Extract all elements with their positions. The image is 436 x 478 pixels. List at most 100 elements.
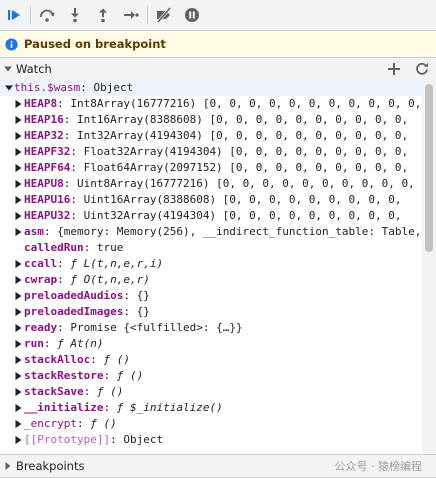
watch-property-row[interactable]: ccall: ƒ L(t,n,e,r,i) xyxy=(0,256,422,272)
function-marker: ƒ xyxy=(57,337,64,350)
collapsed-triangle-icon xyxy=(0,462,16,470)
property-value: Uint32Array(4194304) [0, 0, 0, 0, 0, 0, … xyxy=(83,209,402,222)
expand-triangle-icon[interactable] xyxy=(14,164,23,172)
watch-property-row[interactable]: [[Prototype]]: Object xyxy=(0,432,422,448)
watch-property-row[interactable]: HEAPF32: Float32Array(4194304) [0, 0, 0,… xyxy=(0,144,422,160)
scrollbar-thumb[interactable] xyxy=(425,84,433,252)
property-key: stackRestore xyxy=(24,369,104,382)
step-out-icon xyxy=(99,8,107,23)
expand-triangle-icon[interactable] xyxy=(14,116,23,124)
property-key: [[Prototype]] xyxy=(24,433,111,446)
expand-triangle-icon[interactable] xyxy=(14,340,23,348)
function-signature: () xyxy=(103,417,117,430)
watch-section-header[interactable]: Watch xyxy=(0,57,436,81)
expand-triangle-icon[interactable] xyxy=(14,420,23,428)
property-key: HEAPU16 xyxy=(24,193,71,206)
property-key: HEAPF32 xyxy=(24,145,71,158)
refresh-watch-button[interactable] xyxy=(408,58,436,80)
expand-triangle-icon[interactable] xyxy=(14,372,23,380)
expand-triangle-icon[interactable] xyxy=(14,212,23,220)
watch-expression: this.$wasm xyxy=(14,81,81,94)
step-out-button[interactable] xyxy=(89,0,117,30)
pause-on-exceptions-button[interactable] xyxy=(178,0,206,30)
add-watch-button[interactable] xyxy=(380,58,408,80)
collapse-triangle-icon xyxy=(0,65,16,73)
watch-property-row[interactable]: HEAP16: Int16Array(8388608) [0, 0, 0, 0,… xyxy=(0,112,422,128)
expand-triangle-icon[interactable] xyxy=(14,356,23,364)
watermark-text: 公众号 · 猿榜编程 xyxy=(334,459,423,473)
function-marker: ƒ xyxy=(116,369,124,382)
watch-property-row[interactable]: preloadedImages: {} xyxy=(0,304,422,320)
property-key: cwrap xyxy=(24,273,58,286)
debugger-toolbar xyxy=(0,0,436,31)
property-key: ready xyxy=(24,321,58,334)
expand-triangle-icon[interactable] xyxy=(14,388,23,396)
watch-property-row[interactable]: HEAPU8: Uint8Array(16777216) [0, 0, 0, 0… xyxy=(0,176,422,192)
property-key: run xyxy=(24,337,44,350)
function-signature: () xyxy=(116,353,130,366)
property-key: HEAP16 xyxy=(24,113,64,126)
step-into-button[interactable] xyxy=(61,0,89,30)
step-icon xyxy=(124,11,139,19)
watch-property-row[interactable]: cwrap: ƒ O(t,n,e,r) xyxy=(0,272,422,288)
expand-triangle-icon[interactable] xyxy=(14,308,23,316)
watermark: 公众号 · 猿榜编程 xyxy=(335,454,423,477)
watch-property-row[interactable]: asm: {memory: Memory(256), __indirect_fu… xyxy=(0,224,422,240)
expand-triangle-icon[interactable] xyxy=(14,148,23,156)
property-key: _encrypt xyxy=(24,417,77,430)
watch-property-row[interactable]: HEAPF64: Float64Array(2097152) [0, 0, 0,… xyxy=(0,160,422,176)
property-value: Int8Array(16777216) [0, 0, 0, 0, 0, 0, 0… xyxy=(70,97,422,110)
function-marker: ƒ xyxy=(90,417,97,430)
watch-root-row[interactable]: this.$wasm: Object xyxy=(0,80,422,96)
watch-property-row[interactable]: preloadedAudios: {} xyxy=(0,288,422,304)
function-marker: ƒ xyxy=(96,385,104,398)
watch-property-row[interactable]: __initialize: ƒ $_initialize() xyxy=(0,400,422,416)
watch-property-row[interactable]: stackSave: ƒ () xyxy=(0,384,422,400)
watch-property-row[interactable]: HEAPU32: Uint32Array(4194304) [0, 0, 0, … xyxy=(0,208,422,224)
function-signature: O(t,n,e,r) xyxy=(83,273,150,286)
step-button[interactable] xyxy=(117,0,145,30)
step-over-button[interactable] xyxy=(33,0,61,30)
expand-triangle-icon[interactable] xyxy=(14,180,23,188)
watch-property-row[interactable]: calledRun: true xyxy=(0,240,422,256)
deactivate-breakpoints-button[interactable] xyxy=(150,0,178,30)
expand-triangle-icon[interactable] xyxy=(14,196,23,204)
property-value: Float64Array(2097152) [0, 0, 0, 0, 0, 0,… xyxy=(83,161,409,174)
watch-property-row[interactable]: stackRestore: ƒ () xyxy=(0,368,422,384)
expand-triangle-icon[interactable] xyxy=(14,260,23,268)
function-marker: ƒ xyxy=(116,401,124,414)
expand-triangle-icon[interactable] xyxy=(14,228,23,236)
watch-property-row[interactable]: run: ƒ At(n) xyxy=(0,336,422,352)
property-key: asm xyxy=(24,225,44,238)
watch-property-row[interactable]: HEAP8: Int8Array(16777216) [0, 0, 0, 0, … xyxy=(0,96,422,112)
function-signature: At(n) xyxy=(70,337,104,350)
property-key: HEAP32 xyxy=(24,129,64,142)
expand-triangle-icon[interactable] xyxy=(14,276,23,284)
resume-button[interactable] xyxy=(0,0,28,30)
expand-triangle-icon[interactable] xyxy=(14,404,23,412)
property-key: HEAPU32 xyxy=(24,209,71,222)
watch-root-value: Object xyxy=(93,81,134,94)
watch-property-row[interactable]: _encrypt: ƒ () xyxy=(0,416,422,432)
expand-triangle-icon[interactable] xyxy=(14,132,23,140)
property-key: __initialize xyxy=(24,401,104,414)
expanded-triangle-icon xyxy=(4,84,13,92)
expand-triangle-icon[interactable] xyxy=(14,324,23,332)
property-value: {} xyxy=(136,305,150,318)
watch-property-row[interactable]: HEAP32: Int32Array(4194304) [0, 0, 0, 0,… xyxy=(0,128,422,144)
property-value: true xyxy=(96,241,124,254)
property-value: {memory: Memory(256), __indirect_functio… xyxy=(57,225,422,238)
property-value: Int16Array(8388608) [0, 0, 0, 0, 0, 0, 0… xyxy=(77,113,409,126)
breakpoints-title: Breakpoints xyxy=(16,459,85,473)
refresh-icon xyxy=(416,62,428,75)
watch-property-row[interactable]: ready: Promise {<fulfilled>: {…}} xyxy=(0,320,422,336)
expand-triangle-icon[interactable] xyxy=(14,100,23,108)
expand-triangle-icon[interactable] xyxy=(14,292,23,300)
watch-property-row[interactable]: stackAlloc: ƒ () xyxy=(0,352,422,368)
property-value: Float32Array(4194304) [0, 0, 0, 0, 0, 0,… xyxy=(83,145,409,158)
watch-scrollbar[interactable] xyxy=(422,80,436,454)
property-value: Int32Array(4194304) [0, 0, 0, 0, 0, 0, 0… xyxy=(77,129,409,142)
toolbar-divider xyxy=(30,6,31,24)
expand-triangle-icon[interactable] xyxy=(14,436,23,444)
watch-property-row[interactable]: HEAPU16: Uint16Array(8388608) [0, 0, 0, … xyxy=(0,192,422,208)
